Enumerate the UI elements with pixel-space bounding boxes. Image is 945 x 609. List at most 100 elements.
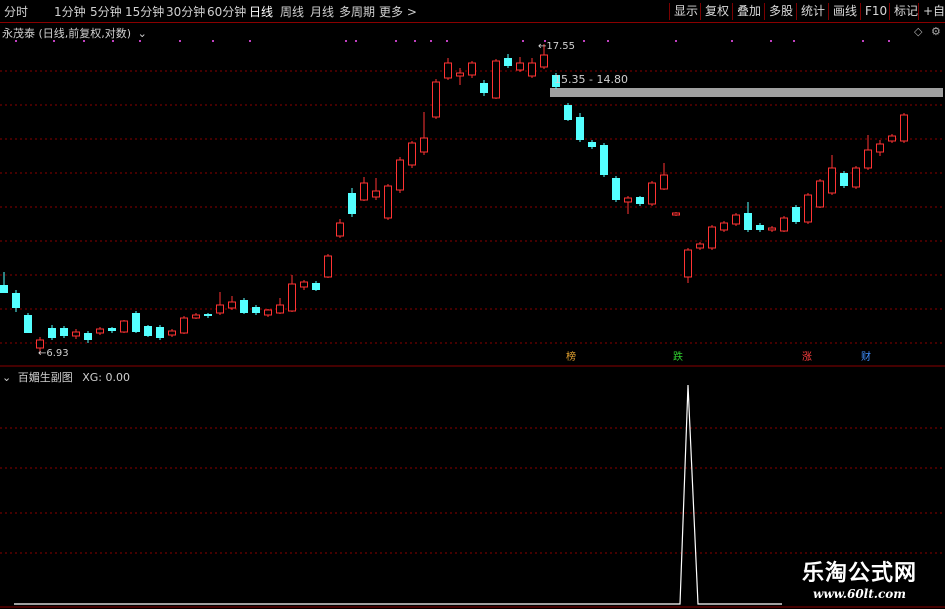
candle xyxy=(48,325,56,340)
candle xyxy=(432,79,440,119)
candle xyxy=(192,313,200,319)
candle-body xyxy=(120,320,128,333)
candle-body xyxy=(348,193,356,214)
candle-body xyxy=(0,285,8,293)
period-tab-fenshi[interactable]: 分时 xyxy=(4,3,28,20)
candle-body xyxy=(744,213,752,230)
sub-panel-title: ⌄ 百媚生副图 XG: 0.00 xyxy=(2,369,130,385)
candle-body xyxy=(660,174,668,190)
candle-body xyxy=(816,180,824,208)
candle-body xyxy=(576,117,584,140)
candle-body xyxy=(888,135,896,142)
diamond-icon[interactable]: ◇ xyxy=(914,25,922,38)
watermark-title: 乐淘公式网 xyxy=(801,561,917,586)
candle xyxy=(396,157,404,193)
candle-body xyxy=(192,314,200,319)
candle-body xyxy=(696,243,704,249)
candle-body xyxy=(300,281,308,288)
period-tab-15min[interactable]: 15分钟 xyxy=(125,3,164,20)
candle-body xyxy=(168,330,176,336)
indicator-value: XG: 0.00 xyxy=(82,371,130,384)
add-watchlist-button[interactable]: +自选 xyxy=(918,3,945,20)
candle xyxy=(564,103,572,121)
candle xyxy=(60,326,68,338)
draw-line-button[interactable]: 画线 xyxy=(828,3,861,20)
candle xyxy=(204,313,212,318)
candle xyxy=(816,179,824,208)
settings-icon[interactable]: ⚙ xyxy=(931,25,941,38)
f10-button[interactable]: F10 xyxy=(860,3,891,20)
candle xyxy=(360,177,368,201)
period-tab-30min[interactable]: 30分钟 xyxy=(166,3,205,20)
period-tab-weekly[interactable]: 周线 xyxy=(280,3,304,20)
event-tag-zhang[interactable]: 涨 xyxy=(800,352,814,364)
period-tab-1min[interactable]: 1分钟 xyxy=(54,3,86,20)
main-title-text: 永茂泰 (日线,前复权,对数) xyxy=(2,27,132,40)
chevron-down-icon[interactable]: ⌄ xyxy=(138,27,147,40)
high-price-label: ←17.55 xyxy=(538,41,575,52)
candle xyxy=(768,226,776,232)
candle-body xyxy=(132,313,140,332)
candle-body xyxy=(492,60,500,99)
candle-body xyxy=(84,333,92,340)
candle-body xyxy=(792,207,800,222)
candle-body xyxy=(480,83,488,93)
candle-body xyxy=(420,137,428,153)
candle xyxy=(660,163,668,190)
candle-body xyxy=(432,81,440,118)
candle xyxy=(96,327,104,335)
candle xyxy=(672,212,680,216)
candle-body xyxy=(384,185,392,219)
candle-body xyxy=(588,142,596,147)
candle-body xyxy=(264,309,272,316)
candle-body xyxy=(732,214,740,225)
candle xyxy=(144,325,152,337)
candle xyxy=(504,54,512,68)
event-tag-die[interactable]: 跌 xyxy=(671,352,685,364)
candle xyxy=(228,296,236,310)
display-button[interactable]: 显示 xyxy=(669,3,702,20)
candle-body xyxy=(48,328,56,338)
multi-stock-button[interactable]: 多股 xyxy=(764,3,797,20)
statistics-button[interactable]: 统计 xyxy=(796,3,829,20)
period-tab-5min[interactable]: 5分钟 xyxy=(90,3,122,20)
candle-body xyxy=(612,178,620,200)
candle xyxy=(372,178,380,200)
period-tab-daily[interactable]: 日线 xyxy=(249,3,273,20)
candle xyxy=(636,196,644,206)
candle-body xyxy=(876,143,884,153)
marker-dot xyxy=(395,40,397,42)
candle-body xyxy=(408,142,416,166)
candle-body xyxy=(12,293,20,308)
period-tab-monthly[interactable]: 月线 xyxy=(310,3,334,20)
candle xyxy=(108,327,116,333)
period-tab-60min[interactable]: 60分钟 xyxy=(207,3,246,20)
candle-body xyxy=(24,315,32,333)
candle xyxy=(216,292,224,315)
candle-body xyxy=(684,249,692,278)
candle-body xyxy=(252,307,260,313)
marker-dot xyxy=(862,40,864,42)
marker-dot xyxy=(522,40,524,42)
candle xyxy=(312,281,320,291)
candle-body xyxy=(108,328,116,331)
candle-body xyxy=(288,283,296,312)
period-toolbar: 分时 1分钟 5分钟 15分钟 30分钟 60分钟 日线 周线 月线 多周期 更… xyxy=(0,0,945,23)
candle-body xyxy=(564,105,572,120)
candle xyxy=(756,223,764,232)
candle xyxy=(864,135,872,170)
event-tag-bang[interactable]: 榜 xyxy=(564,352,578,364)
period-tab-multi[interactable]: 多周期 xyxy=(339,3,375,20)
chart-canvas[interactable] xyxy=(0,23,945,609)
marker-dot xyxy=(355,40,357,42)
adjust-button[interactable]: 复权 xyxy=(700,3,733,20)
period-tab-more[interactable]: 更多 > xyxy=(379,3,417,20)
candle xyxy=(180,316,188,334)
price-band xyxy=(550,88,943,97)
chevron-down-icon[interactable]: ⌄ xyxy=(2,371,11,384)
candle xyxy=(576,113,584,142)
overlay-button[interactable]: 叠加 xyxy=(732,3,765,20)
candle xyxy=(288,275,296,312)
candle xyxy=(300,280,308,290)
event-tag-cai[interactable]: 财 xyxy=(859,352,873,364)
